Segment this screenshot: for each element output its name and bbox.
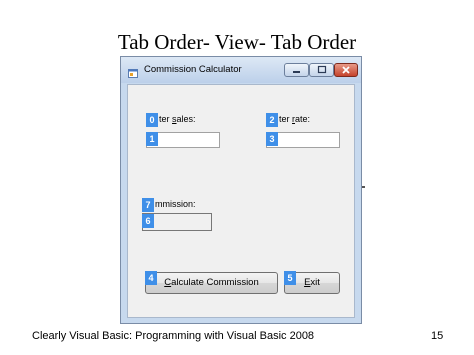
maximize-icon bbox=[317, 65, 327, 74]
commission-label: mmission: bbox=[155, 199, 196, 209]
tab-index-badge-6: 6 bbox=[142, 214, 154, 228]
close-button[interactable] bbox=[334, 63, 358, 77]
tab-index-badge-0: 0 bbox=[146, 113, 158, 127]
page-number: 15 bbox=[431, 330, 444, 342]
tab-index-badge-2: 2 bbox=[266, 113, 278, 127]
window-title: Commission Calculator bbox=[144, 64, 242, 75]
resize-marker bbox=[362, 186, 365, 188]
minimize-icon bbox=[293, 71, 300, 73]
app-form-icon bbox=[128, 65, 138, 78]
window-titlebar[interactable]: Commission Calculator bbox=[121, 57, 361, 83]
tab-index-badge-1: 1 bbox=[146, 132, 158, 146]
commission-calculator-window: Commission Calculator 0 ter sales: 1 2 t… bbox=[120, 56, 362, 324]
form-client-area: 0 ter sales: 1 2 ter rate: 3 7 mmission:… bbox=[127, 84, 355, 318]
tab-index-badge-4: 4 bbox=[145, 271, 157, 285]
calculate-commission-button[interactable]: Calculate Commission bbox=[145, 272, 278, 294]
sales-label: ter sales: bbox=[159, 114, 196, 124]
minimize-button[interactable] bbox=[284, 63, 309, 77]
close-icon bbox=[342, 66, 350, 74]
maximize-button[interactable] bbox=[309, 63, 334, 77]
tab-index-badge-5: 5 bbox=[284, 271, 296, 285]
tab-index-badge-7: 7 bbox=[142, 198, 154, 212]
tab-index-badge-3: 3 bbox=[266, 132, 278, 146]
slide-title: Tab Order- View- Tab Order bbox=[117, 30, 357, 54]
rate-label: ter rate: bbox=[279, 114, 311, 124]
slide-footer: Clearly Visual Basic: Programming with V… bbox=[32, 330, 315, 342]
